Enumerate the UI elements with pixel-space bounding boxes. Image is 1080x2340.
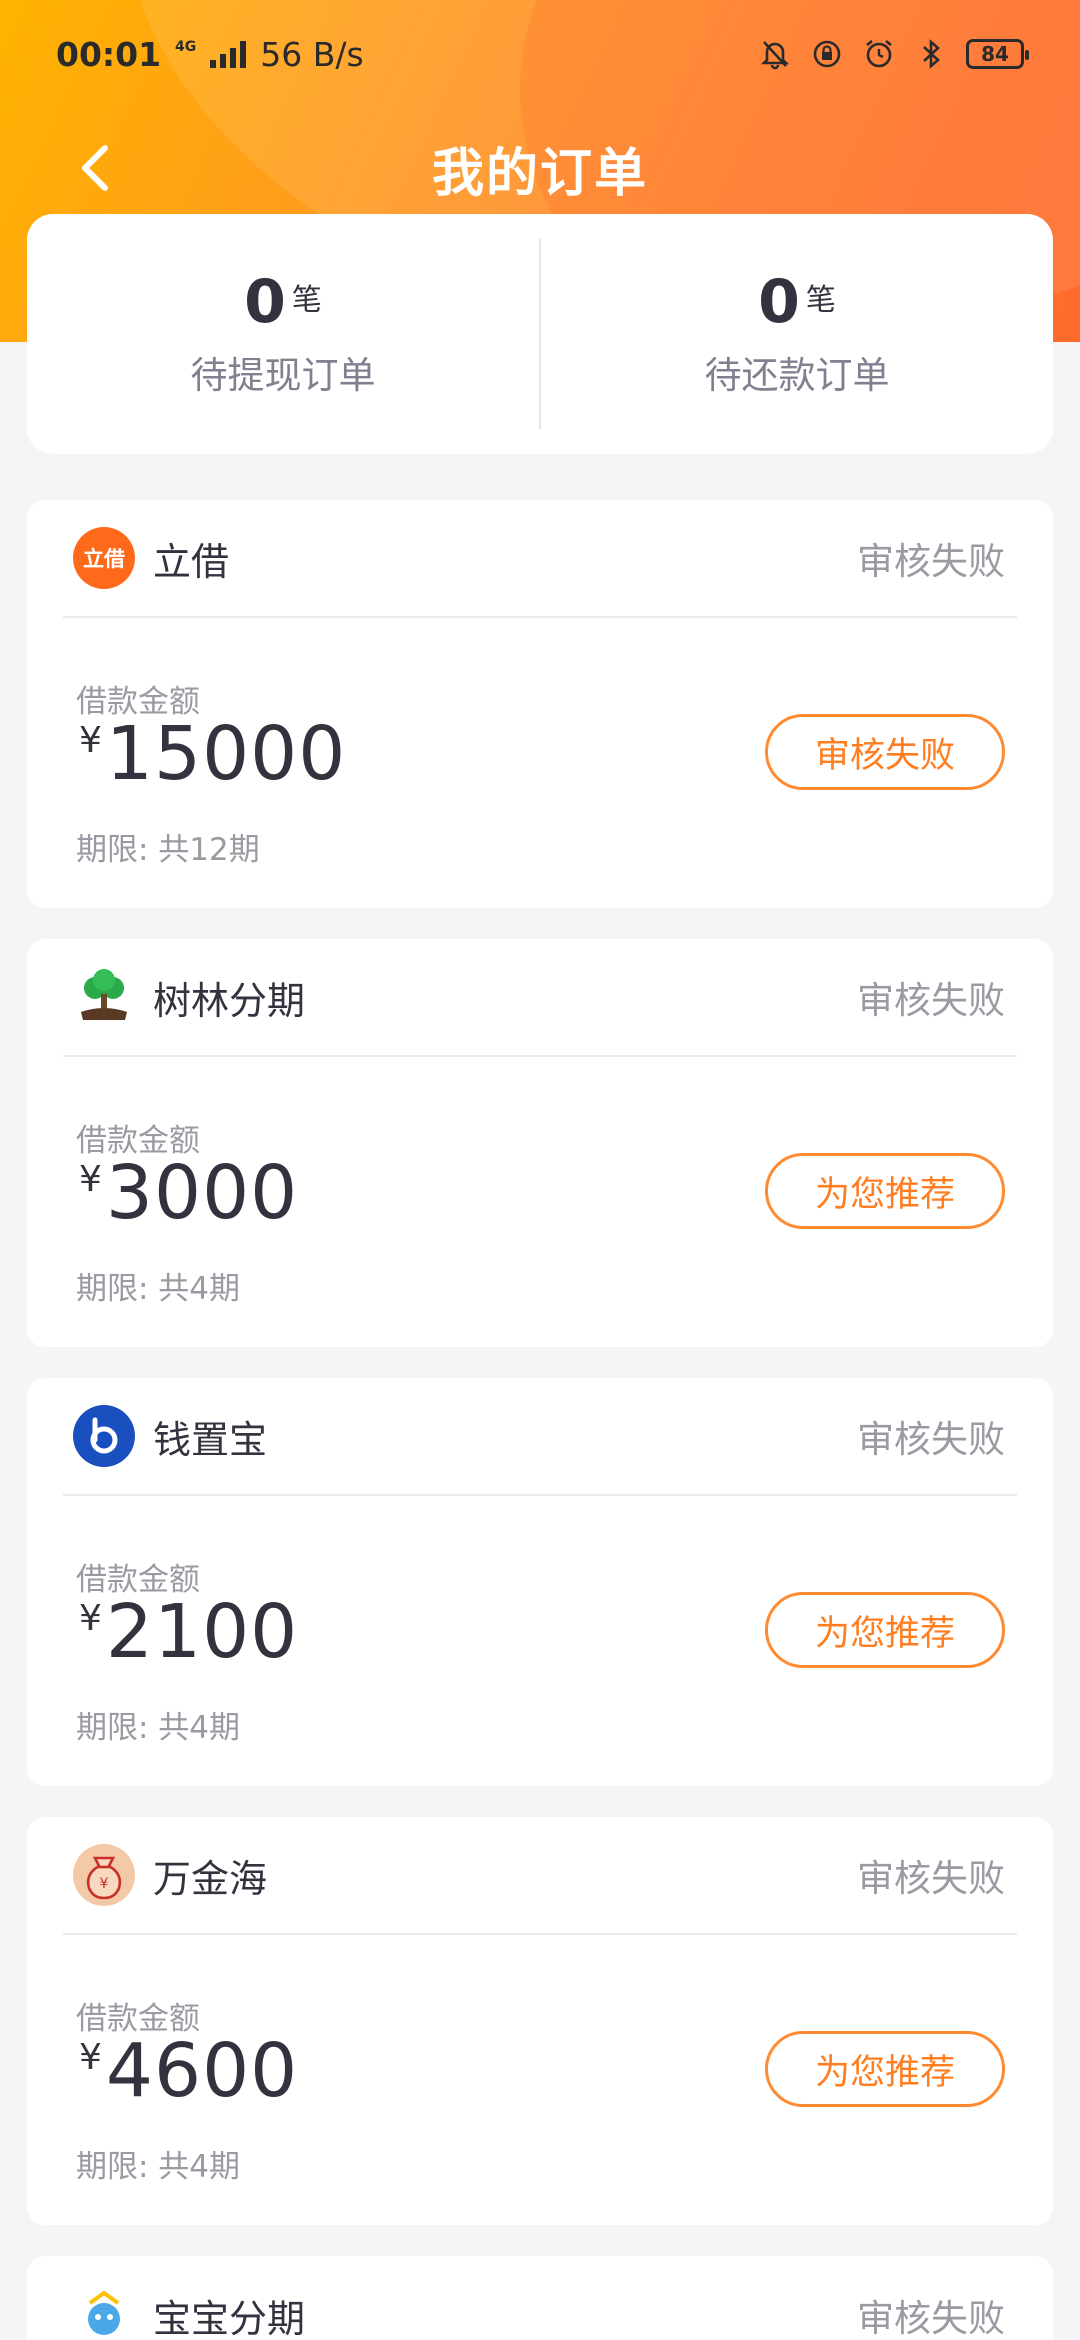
- pending-withdraw-count: 0: [244, 267, 286, 337]
- order-status: 审核失败: [857, 1418, 1005, 1461]
- currency-symbol: ¥: [79, 1159, 102, 1200]
- order-card[interactable]: 宝宝分期 审核失败: [27, 2256, 1053, 2340]
- alarm-icon: [862, 37, 896, 71]
- battery-level: 84: [981, 42, 1009, 66]
- order-action-button[interactable]: 审核失败: [765, 714, 1005, 790]
- pending-repay-count: 0: [758, 267, 800, 337]
- pending-withdraw-summary[interactable]: 0 笔 待提现订单: [27, 269, 539, 399]
- currency-symbol: ¥: [79, 1598, 102, 1639]
- order-status: 审核失败: [857, 1857, 1005, 1900]
- pending-withdraw-unit: 笔: [291, 283, 322, 318]
- loan-term: 期限: 共4期: [76, 1710, 241, 1746]
- order-card[interactable]: 立借 立借 审核失败 借款金额 ¥ 15000 期限: 共12期 审核失败: [27, 500, 1053, 908]
- lender-name: 宝宝分期: [153, 2296, 306, 2340]
- order-status: 审核失败: [857, 979, 1005, 1022]
- pending-repay-summary[interactable]: 0 笔 待还款订单: [541, 269, 1053, 399]
- back-button[interactable]: [60, 133, 130, 203]
- lender-logo-icon: 立借: [73, 527, 135, 589]
- orders-page: 00:01 4G 56 B/s 84 我的订单 0 笔 待提现订单 0 笔 待还…: [0, 0, 1080, 2340]
- lender-logo-icon: ¥: [73, 1844, 135, 1906]
- order-status: 审核失败: [857, 2297, 1005, 2340]
- pending-withdraw-label: 待提现订单: [190, 354, 376, 397]
- loan-term: 期限: 共4期: [76, 1271, 241, 1307]
- currency-symbol: ¥: [79, 2037, 102, 2078]
- order-card[interactable]: 钱置宝 审核失败 借款金额 ¥ 2100 期限: 共4期 为您推荐: [27, 1378, 1053, 1786]
- order-card-header: 立借 立借 审核失败: [63, 500, 1017, 618]
- order-card-header: 钱置宝 审核失败: [63, 1378, 1017, 1496]
- status-time: 00:01: [56, 34, 162, 74]
- loan-amount: 15000: [105, 711, 347, 797]
- loan-amount: 2100: [105, 1589, 299, 1675]
- order-card[interactable]: ¥ 万金海 审核失败 借款金额 ¥ 4600 期限: 共4期 为您推荐: [27, 1817, 1053, 2225]
- network-speed: 56 B/s: [260, 34, 364, 74]
- lender-name: 钱置宝: [153, 1417, 268, 1462]
- network-type: 4G: [175, 39, 197, 55]
- order-card[interactable]: 树林分期 审核失败 借款金额 ¥ 3000 期限: 共4期 为您推荐: [27, 939, 1053, 1347]
- status-bar: 00:01 4G 56 B/s 84: [0, 0, 1080, 108]
- pending-repay-unit: 笔: [805, 283, 836, 318]
- lender-logo-icon: [73, 2284, 135, 2340]
- chevron-left-icon: [82, 145, 108, 191]
- lender-logo-icon: [73, 1405, 135, 1467]
- loan-term: 期限: 共12期: [76, 832, 260, 868]
- mute-bell-icon: [758, 37, 792, 71]
- lender-name: 万金海: [153, 1856, 268, 1901]
- nav-bar: 我的订单: [0, 108, 1080, 228]
- order-card-header: 树林分期 审核失败: [63, 939, 1017, 1057]
- logo-text: 立借: [83, 547, 125, 571]
- page-title: 我的订单: [431, 143, 648, 204]
- order-card-header: 宝宝分期 审核失败: [63, 2256, 1017, 2340]
- signal-icon: [210, 40, 247, 68]
- pending-repay-label: 待还款订单: [704, 354, 890, 397]
- loan-amount: 3000: [105, 1150, 299, 1236]
- lender-logo-icon: [73, 966, 135, 1028]
- lender-name: 树林分期: [153, 978, 306, 1023]
- loan-term: 期限: 共4期: [76, 2149, 241, 2185]
- battery-icon: 84: [966, 39, 1029, 69]
- order-summary-card: 0 笔 待提现订单 0 笔 待还款订单: [27, 214, 1053, 454]
- rotation-lock-icon: [810, 37, 844, 71]
- order-status: 审核失败: [857, 540, 1005, 583]
- order-card-header: ¥ 万金海 审核失败: [63, 1817, 1017, 1935]
- order-action-button[interactable]: 为您推荐: [765, 2031, 1005, 2107]
- bluetooth-icon: [914, 37, 948, 71]
- currency-symbol: ¥: [79, 720, 102, 761]
- lender-name: 立借: [153, 539, 230, 584]
- order-action-button[interactable]: 为您推荐: [765, 1153, 1005, 1229]
- order-action-button[interactable]: 为您推荐: [765, 1592, 1005, 1668]
- loan-amount: 4600: [105, 2028, 299, 2114]
- svg-text:¥: ¥: [100, 1876, 109, 1892]
